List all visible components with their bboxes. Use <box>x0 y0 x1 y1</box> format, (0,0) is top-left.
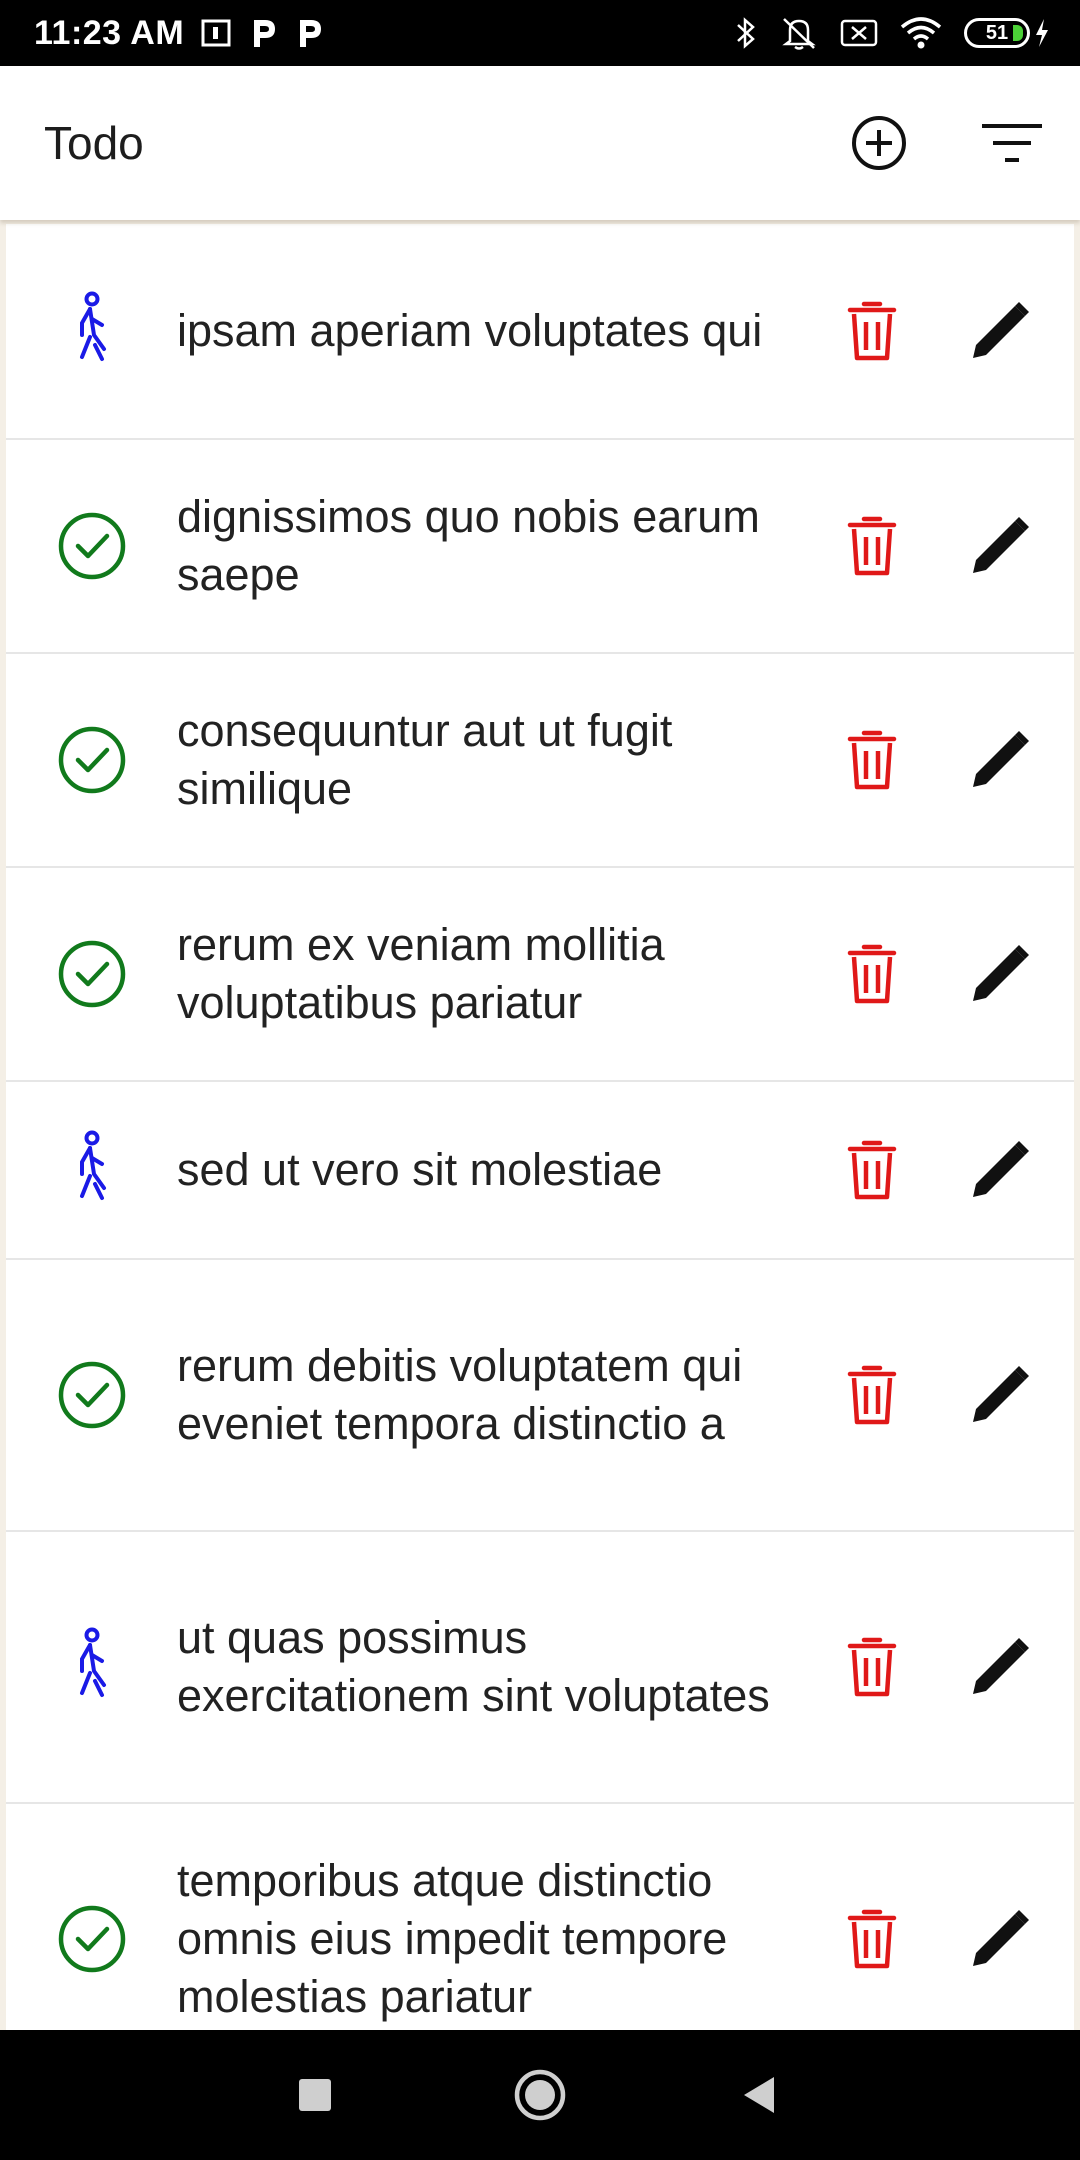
mute-bell-icon <box>780 15 818 51</box>
add-todo-button[interactable] <box>839 103 919 183</box>
edit-button[interactable] <box>964 1903 1036 1975</box>
edit-button[interactable] <box>964 510 1036 582</box>
check-circle-icon <box>58 940 126 1008</box>
todo-text: rerum ex veniam mollitia voluptatibus pa… <box>177 919 665 1028</box>
back-icon <box>744 2077 774 2113</box>
status-right: 51 <box>734 15 1050 51</box>
check-circle-icon <box>58 1905 126 1973</box>
edit-button[interactable] <box>964 1359 1036 1431</box>
navigation-bar <box>0 2030 1080 2160</box>
delete-button[interactable] <box>840 724 904 796</box>
recents-icon <box>299 2079 331 2111</box>
calendar-notification-icon <box>200 17 232 49</box>
screen: 11:23 AM 51 Todo ipsam aperiam voluptate… <box>0 0 1080 2160</box>
trash-icon <box>847 944 897 1004</box>
status-done[interactable] <box>52 1355 132 1435</box>
todo-list: ipsam aperiam voluptates qui dignissimos… <box>6 224 1074 2076</box>
edit-button[interactable] <box>964 938 1036 1010</box>
todo-text: rerum debitis voluptatem qui eveniet tem… <box>177 1340 743 1449</box>
delete-button[interactable] <box>840 1359 904 1431</box>
todo-item[interactable]: consequuntur aut ut fugit similique <box>6 654 1074 868</box>
edit-button[interactable] <box>964 1134 1036 1206</box>
trash-icon <box>847 301 897 361</box>
battery-indicator: 51 <box>964 18 1050 48</box>
trash-icon <box>847 1909 897 1969</box>
delete-button[interactable] <box>840 1631 904 1703</box>
check-circle-icon <box>58 726 126 794</box>
charging-icon <box>1034 18 1050 48</box>
trash-icon <box>847 516 897 576</box>
status-bar: 11:23 AM 51 <box>0 0 1080 66</box>
home-button[interactable] <box>500 2055 580 2135</box>
battery-level: 51 <box>985 21 1009 44</box>
bluetooth-icon <box>734 16 758 50</box>
todo-text: ipsam aperiam voluptates qui <box>177 305 763 356</box>
check-circle-icon <box>58 1361 126 1429</box>
status-time: 11:23 AM <box>34 13 185 52</box>
page-title: Todo <box>44 117 144 169</box>
back-button[interactable] <box>720 2055 800 2135</box>
delete-button[interactable] <box>840 510 904 582</box>
app-bar: Todo <box>0 66 1080 220</box>
status-done[interactable] <box>52 934 132 1014</box>
todo-item[interactable]: ipsam aperiam voluptates qui <box>6 224 1074 440</box>
pencil-icon <box>973 1910 1029 1966</box>
status-done[interactable] <box>52 1899 132 1979</box>
edit-button[interactable] <box>964 724 1036 796</box>
delete-button[interactable] <box>840 938 904 1010</box>
todo-text: sed ut vero sit molestiae <box>177 1144 663 1195</box>
todo-item[interactable]: sed ut vero sit molestiae <box>6 1082 1074 1260</box>
trash-icon <box>847 1637 897 1697</box>
pencil-icon <box>973 1141 1029 1197</box>
edit-button[interactable] <box>964 295 1036 367</box>
battery-body: 51 <box>964 18 1030 48</box>
add-circle-icon <box>852 116 906 170</box>
status-done[interactable] <box>52 506 132 586</box>
todo-item[interactable]: rerum ex veniam mollitia voluptatibus pa… <box>6 868 1074 1082</box>
recents-button[interactable] <box>275 2055 355 2135</box>
pencil-icon <box>973 517 1029 573</box>
edit-button[interactable] <box>964 1631 1036 1703</box>
trash-icon <box>847 730 897 790</box>
walking-person-icon <box>80 1130 106 1200</box>
todo-text: ut quas possimus exercitationem sint vol… <box>177 1612 770 1721</box>
walking-person-icon <box>80 1627 106 1697</box>
parking-notification-icon-2 <box>294 17 324 49</box>
status-in-progress[interactable] <box>52 1130 132 1210</box>
delete-button[interactable] <box>840 295 904 367</box>
status-done[interactable] <box>52 720 132 800</box>
pencil-icon <box>973 1638 1029 1694</box>
todo-item[interactable]: rerum debitis voluptatem qui eveniet tem… <box>6 1260 1074 1532</box>
status-in-progress[interactable] <box>52 1627 132 1707</box>
todo-text: dignissimos quo nobis earum saepe <box>177 491 760 600</box>
filter-button[interactable] <box>972 103 1052 183</box>
todo-text: consequuntur aut ut fugit similique <box>177 705 673 814</box>
delete-button[interactable] <box>840 1134 904 1206</box>
walking-person-icon <box>80 291 106 361</box>
check-circle-icon <box>58 512 126 580</box>
todo-item[interactable]: ut quas possimus exercitationem sint vol… <box>6 1532 1074 1804</box>
pencil-icon <box>973 945 1029 1001</box>
trash-icon <box>847 1140 897 1200</box>
todo-text: temporibus atque distinctio omnis eius i… <box>177 1855 728 2022</box>
parking-notification-icon <box>248 17 278 49</box>
status-in-progress[interactable] <box>52 291 132 371</box>
filter-icon <box>982 124 1042 162</box>
pencil-icon <box>973 302 1029 358</box>
wifi-icon <box>900 17 942 49</box>
delete-button[interactable] <box>840 1903 904 1975</box>
home-icon <box>514 2069 566 2121</box>
pencil-icon <box>973 731 1029 787</box>
no-sim-icon <box>840 18 878 48</box>
battery-fill <box>1013 25 1023 41</box>
pencil-icon <box>973 1366 1029 1422</box>
status-left: 11:23 AM <box>34 14 324 53</box>
todo-item[interactable]: dignissimos quo nobis earum saepe <box>6 440 1074 654</box>
trash-icon <box>847 1365 897 1425</box>
